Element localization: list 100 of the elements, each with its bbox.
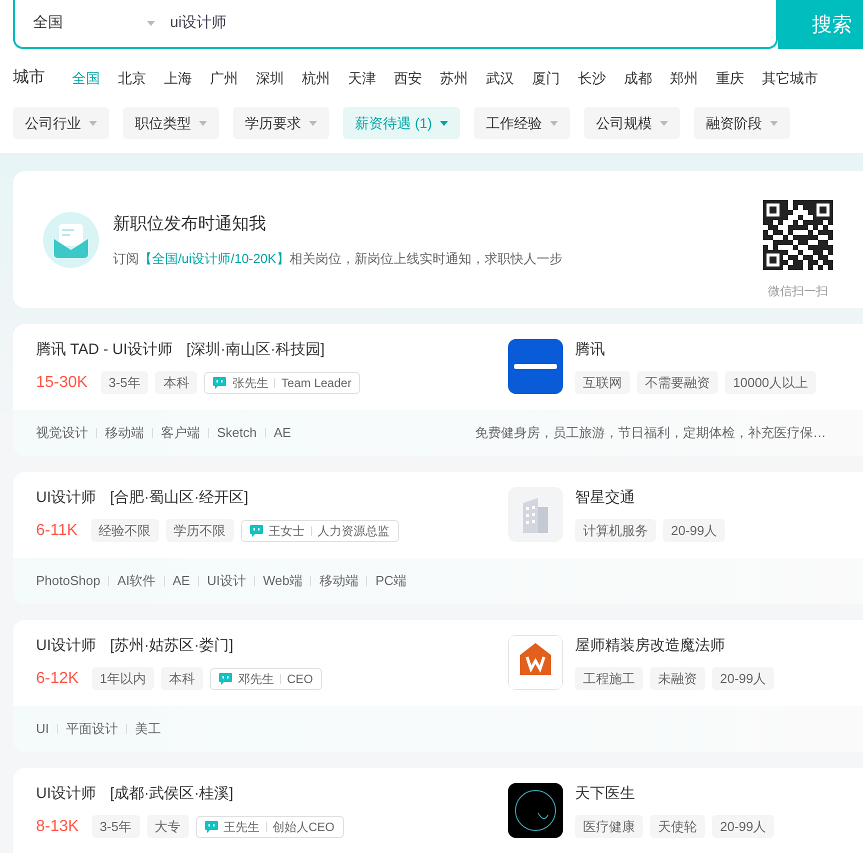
filter-dropdown[interactable]: 工作经验	[474, 107, 570, 139]
skill-tag: Sketch	[217, 423, 257, 443]
city-link[interactable]: 苏州	[431, 68, 477, 88]
recruiter-role: Team Leader	[281, 374, 352, 392]
recruiter-name: 邓先生	[238, 670, 274, 688]
recruiter-role: 创始人CEO	[272, 818, 335, 836]
salary: 6-12K	[36, 668, 79, 688]
qr-caption: 微信扫一扫	[768, 282, 828, 300]
chat-icon	[250, 524, 263, 536]
company-name[interactable]: 屋师精装房改造魔法师	[575, 635, 774, 658]
company-name[interactable]: 智星交通	[575, 487, 726, 510]
company-tag: 不需要融资	[637, 370, 718, 394]
city-dropdown[interactable]: 全国	[15, 12, 155, 35]
skill-tag: 平面设计	[66, 719, 118, 739]
job-tag: 大专	[146, 814, 188, 838]
chat-icon	[213, 376, 226, 388]
job-location: [合肥·蜀山区·经开区]	[110, 488, 248, 508]
benefits-text: 免费健身房，员工旅游，节日福利，定期体检，补充医疗保…	[475, 424, 826, 442]
chat-icon	[204, 820, 218, 832]
company-tag: 20-99人	[663, 518, 726, 542]
salary: 8-13K	[36, 816, 79, 836]
qr-code-icon	[763, 200, 833, 270]
skill-tag: AE	[172, 571, 190, 591]
company-tag: 10000人以上	[725, 370, 816, 394]
subscribe-text: 订阅【全国/ui设计师/10-20K】相关岗位，新岗位上线实时通知，求职快人一步	[113, 250, 564, 268]
recruiter-role: 人力资源总监	[318, 522, 390, 540]
company-logo	[508, 783, 563, 838]
city-link[interactable]: 西安	[385, 68, 431, 88]
skill-tag: 美工	[135, 719, 161, 739]
city-link[interactable]: 长沙	[569, 68, 615, 88]
skill-tag: UI	[36, 719, 49, 739]
skill-tag: Web端	[262, 571, 302, 591]
company-tag: 医疗健康	[575, 814, 643, 838]
company-tag: 20-99人	[712, 814, 774, 838]
company-logo	[508, 635, 563, 690]
chat-icon	[218, 672, 232, 684]
city-link[interactable]: 杭州	[293, 68, 339, 88]
job-tag: 1年以内	[92, 666, 154, 690]
filter-dropdown[interactable]: 公司规模	[584, 107, 680, 139]
filter-dropdown[interactable]: 学历要求	[233, 107, 329, 139]
company-name[interactable]: 腾讯	[575, 339, 816, 362]
company-tag: 20-99人	[712, 666, 774, 690]
skill-tag: AI软件	[117, 571, 156, 591]
filter-dropdown[interactable]: 融资阶段	[694, 107, 790, 139]
job-card[interactable]: UI设计师 [苏州·姑苏区·娄门] 6-12K 1年以内 本科 邓先生 CEO 屋师精装房改造魔法师 工程施工 未融资 20-99人 UI 平面设计 美工	[13, 620, 863, 752]
skill-tag: 视觉设计	[36, 423, 88, 443]
skill-tag: PhotoShop	[36, 571, 100, 591]
filter-dropdown[interactable]: 职位类型	[123, 107, 219, 139]
job-tag: 3-5年	[100, 370, 148, 394]
city-link[interactable]: 北京	[109, 68, 155, 88]
recruiter-name: 王女士	[268, 522, 305, 540]
company-tag: 互联网	[575, 370, 630, 394]
caret-icon	[147, 21, 155, 26]
job-tag: 学历不限	[166, 518, 234, 542]
job-card[interactable]: UI设计师 [合肥·蜀山区·经开区] 6-11K 经验不限 学历不限 王女士 人力资源总监 智星交通 计算机服务 20-99人 PhotoShop AI软件 AE UI设计 Web端 移动端 PC端	[13, 472, 863, 604]
subscribe-title: 新职位发布时通知我	[113, 213, 267, 235]
recruiter-name: 张先生	[232, 374, 268, 392]
job-tag: 本科	[155, 370, 198, 394]
city-label: 城市	[13, 68, 45, 88]
recruiter-name: 王先生	[224, 818, 260, 836]
city-link[interactable]: 其它城市	[753, 68, 827, 88]
skill-tag: UI设计	[206, 571, 246, 591]
city-link[interactable]: 成都	[615, 68, 661, 88]
job-card[interactable]: 腾讯 TAD - UI设计师 [深圳·南山区·科技园] 15-30K 3-5年 本科 张先生 Team Leader 腾讯 互联网 不需要融资 10000人以上 视觉设计 移动端 客户端 Sketch AE 免费健身房，员工旅游，节日福利，定期体检，补充医疗保…	[13, 324, 863, 456]
city-link[interactable]: 上海	[155, 68, 201, 88]
job-tag: 经验不限	[90, 518, 159, 542]
city-link[interactable]: 天津	[339, 68, 385, 88]
salary: 15-30K	[36, 372, 88, 392]
city-label: 全国	[33, 13, 64, 34]
city-link[interactable]: 武汉	[477, 68, 523, 88]
city-link[interactable]: 重庆	[707, 68, 753, 88]
job-tag: 本科	[160, 666, 203, 690]
skill-tag: 移动端	[105, 423, 144, 443]
skill-tag: 移动端	[319, 571, 358, 591]
city-link[interactable]: 郑州	[661, 68, 707, 88]
recruiter-role: CEO	[286, 670, 313, 688]
job-card[interactable]: UI设计师 [成都·武侯区·桂溪] 8-13K 3-5年 大专 王先生 创始人CEO 天下医生 医疗健康 天使轮 20-99人	[13, 768, 863, 854]
job-location: [深圳·南山区·科技园]	[186, 340, 325, 360]
city-link[interactable]: 广州	[201, 68, 247, 88]
filter-dropdown[interactable]: 公司行业	[13, 107, 109, 139]
company-tag: 工程施工	[575, 666, 643, 690]
job-title[interactable]: UI设计师	[36, 783, 96, 806]
building-icon	[508, 487, 563, 542]
job-title[interactable]: UI设计师	[36, 487, 96, 510]
city-link[interactable]: 深圳	[247, 68, 293, 88]
city-link[interactable]: 厦门	[523, 68, 569, 88]
salary: 6-11K	[36, 520, 78, 540]
job-title[interactable]: UI设计师	[36, 635, 96, 658]
skill-tag: 客户端	[161, 423, 200, 443]
company-name[interactable]: 天下医生	[575, 783, 774, 806]
search-input[interactable]: ui设计师	[170, 12, 227, 35]
company-tag: 计算机服务	[575, 518, 656, 542]
job-location: [成都·武侯区·桂溪]	[110, 784, 234, 804]
envelope-icon	[43, 212, 99, 268]
company-logo	[508, 339, 563, 394]
job-tag: 3-5年	[92, 814, 140, 838]
company-tag: 未融资	[650, 666, 705, 690]
job-title[interactable]: 腾讯 TAD - UI设计师	[36, 339, 172, 362]
skill-tag: PC端	[375, 571, 407, 591]
job-location: [苏州·姑苏区·娄门]	[110, 636, 234, 656]
